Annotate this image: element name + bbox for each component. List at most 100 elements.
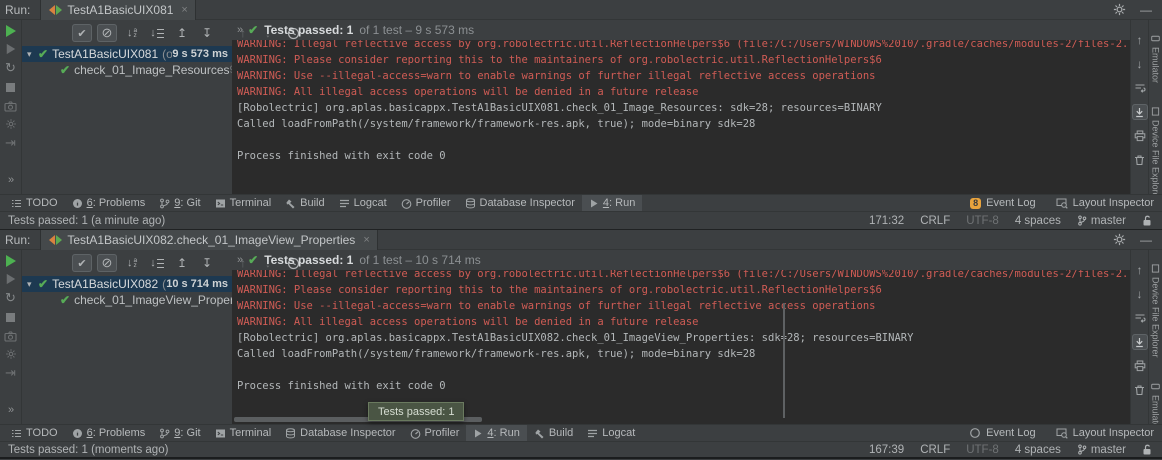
tree-row-test-suite[interactable]: TestA1BasicUIX081 (org.aplas.basica 9 s … — [22, 46, 232, 62]
line-ending-indicator[interactable]: CRLF — [920, 215, 950, 227]
collapse-all-button[interactable]: ↧ — [197, 24, 217, 42]
minimize-icon[interactable] — [1140, 233, 1152, 247]
toolwindow-git[interactable]: 9: Git — [152, 425, 207, 441]
toolwindow-run[interactable]: 4: Run — [582, 195, 642, 211]
tool-window-button-emulator[interactable]: Emulator — [1151, 34, 1161, 83]
line-ending-indicator[interactable]: CRLF — [920, 444, 950, 456]
close-icon[interactable] — [363, 234, 369, 246]
toolwindow-terminal[interactable]: Terminal — [208, 195, 279, 211]
scroll-to-end-button[interactable] — [1132, 334, 1148, 350]
rerun-button[interactable] — [6, 255, 16, 267]
test-settings-icon[interactable] — [5, 118, 17, 130]
clear-console-icon[interactable] — [1132, 382, 1148, 398]
toolwindow-build[interactable]: Build — [527, 425, 580, 441]
screenshot-button[interactable] — [4, 101, 17, 112]
soft-wrap-button[interactable] — [1132, 310, 1148, 326]
expand-all-button[interactable]: ↥ — [172, 254, 192, 272]
tree-row-test-case[interactable]: check_01_Image_Resources 9 s 573 ms — [22, 62, 232, 78]
toolwindow-todo[interactable]: TODO — [4, 195, 65, 211]
down-stack-trace-button[interactable]: ↓ — [1132, 286, 1148, 302]
layout-inspector-button[interactable]: Layout Inspector — [1056, 427, 1154, 439]
encoding-indicator[interactable]: UTF-8 — [966, 444, 999, 456]
show-ignored-toggle[interactable] — [97, 254, 117, 272]
toolwindow-database-inspector[interactable]: Database Inspector — [458, 195, 582, 211]
rail-more-chevron[interactable] — [8, 174, 13, 186]
print-button[interactable] — [1132, 128, 1148, 144]
toolwindow-logcat[interactable]: Logcat — [332, 195, 394, 211]
sort-by-duration-button[interactable]: ↓ — [147, 24, 167, 42]
toolwindow-database-inspector[interactable]: Database Inspector — [278, 425, 402, 441]
encoding-indicator[interactable]: UTF-8 — [966, 215, 999, 227]
rerun-failed-tests-button[interactable] — [6, 44, 15, 54]
git-branch-widget[interactable]: master — [1077, 215, 1126, 227]
toolbar-overflow-chevron[interactable] — [237, 254, 242, 266]
toolbar-overflow-chevron[interactable] — [237, 24, 242, 36]
git-branch-widget[interactable]: master — [1077, 444, 1126, 456]
toolwindow-problems[interactable]: 6: Problems — [65, 195, 153, 211]
indent-indicator[interactable]: 4 spaces — [1015, 444, 1061, 456]
collapse-all-button[interactable]: ↧ — [197, 254, 217, 272]
clear-console-icon[interactable] — [1132, 152, 1148, 168]
minimize-icon[interactable] — [1140, 3, 1152, 17]
run-tab[interactable]: TestA1BasicUIX082.check_01_ImageView_Pro… — [40, 230, 377, 250]
import-test-results-icon[interactable]: ⇥ — [5, 366, 16, 379]
up-stack-trace-button[interactable]: ↑ — [1132, 32, 1148, 48]
sort-alphabetically-button[interactable]: ↓az — [122, 24, 142, 42]
toolwindow-run[interactable]: 4: Run — [466, 425, 526, 441]
toolwindow-logcat[interactable]: Logcat — [580, 425, 642, 441]
gear-icon[interactable] — [1113, 233, 1126, 246]
rerun-failed-tests-button[interactable] — [6, 274, 15, 284]
console-line: WARNING: Please consider reporting this … — [237, 52, 1130, 68]
up-stack-trace-button[interactable]: ↑ — [1132, 262, 1148, 278]
scroll-to-end-button[interactable] — [1132, 104, 1148, 120]
layout-inspector-button[interactable]: Layout Inspector — [1056, 197, 1154, 209]
chevron-down-icon[interactable] — [27, 49, 38, 60]
import-test-results-icon[interactable]: ⇥ — [5, 136, 16, 149]
toolwindow-profiler[interactable]: Profiler — [394, 195, 458, 211]
toolwindow-git[interactable]: 9: Git — [152, 195, 207, 211]
sort-alphabetically-button[interactable]: ↓az — [122, 254, 142, 272]
tree-row-test-case[interactable]: check_01_ImageView_Properties 10 s 714 m… — [22, 292, 232, 308]
tool-window-button-device-file-explorer[interactable]: Device File Explorer — [1151, 264, 1161, 358]
right-tool-window-bar: Device File Explorer Emulator — [1148, 250, 1162, 424]
stop-button[interactable] — [6, 313, 15, 322]
toolwindow-problems[interactable]: 6: Problems — [65, 425, 153, 441]
toggle-auto-test-button[interactable]: ↻ — [5, 291, 16, 304]
stop-button[interactable] — [6, 83, 15, 92]
toolwindow-build[interactable]: Build — [278, 195, 331, 211]
screenshot-button[interactable] — [4, 331, 17, 342]
tool-window-button-device-file-explorer[interactable]: Device File Explorer — [1151, 107, 1161, 194]
indent-indicator[interactable]: 4 spaces — [1015, 215, 1061, 227]
close-icon[interactable] — [181, 4, 187, 16]
show-passed-toggle[interactable] — [72, 24, 92, 42]
caret-position[interactable]: 167:39 — [869, 444, 904, 456]
rerun-button[interactable] — [6, 25, 16, 37]
sort-by-duration-button[interactable]: ↓ — [147, 254, 167, 272]
tool-window-button-emulator[interactable]: Emulator — [1151, 382, 1161, 424]
gear-icon[interactable] — [1113, 3, 1126, 16]
toolwindow-profiler[interactable]: Profiler — [403, 425, 467, 441]
tool-window-bar: TODO 6: Problems 9: Git Terminal Build L… — [0, 194, 1162, 211]
console-output[interactable]: WARNING: Illegal reflective access by or… — [232, 40, 1130, 194]
lock-icon[interactable] — [1142, 444, 1152, 456]
toolwindow-terminal[interactable]: Terminal — [208, 425, 279, 441]
print-button[interactable] — [1132, 358, 1148, 374]
show-passed-toggle[interactable] — [72, 254, 92, 272]
toolwindow-todo[interactable]: TODO — [4, 425, 65, 441]
show-ignored-toggle[interactable] — [97, 24, 117, 42]
down-stack-trace-button[interactable]: ↓ — [1132, 56, 1148, 72]
console-output[interactable]: WARNING: Illegal reflective access by or… — [232, 270, 1130, 424]
run-tab[interactable]: TestA1BasicUIX081 — [40, 0, 196, 20]
lock-icon[interactable] — [1142, 215, 1152, 227]
rail-more-chevron[interactable] — [8, 404, 13, 416]
event-log-button[interactable]: 8Event Log — [970, 197, 1036, 209]
expand-all-button[interactable]: ↥ — [172, 24, 192, 42]
status-bar: Tests passed: 1 (moments ago) 167:39 CRL… — [0, 441, 1162, 459]
chevron-down-icon[interactable] — [27, 279, 38, 290]
soft-wrap-button[interactable] — [1132, 80, 1148, 96]
tree-row-test-suite[interactable]: TestA1BasicUIX082 (org.aplas.basica 10 s… — [22, 276, 232, 292]
event-log-button[interactable]: Event Log — [969, 427, 1036, 439]
caret-position[interactable]: 171:32 — [869, 215, 904, 227]
test-settings-icon[interactable] — [5, 348, 17, 360]
toggle-auto-test-button[interactable]: ↻ — [5, 61, 16, 74]
